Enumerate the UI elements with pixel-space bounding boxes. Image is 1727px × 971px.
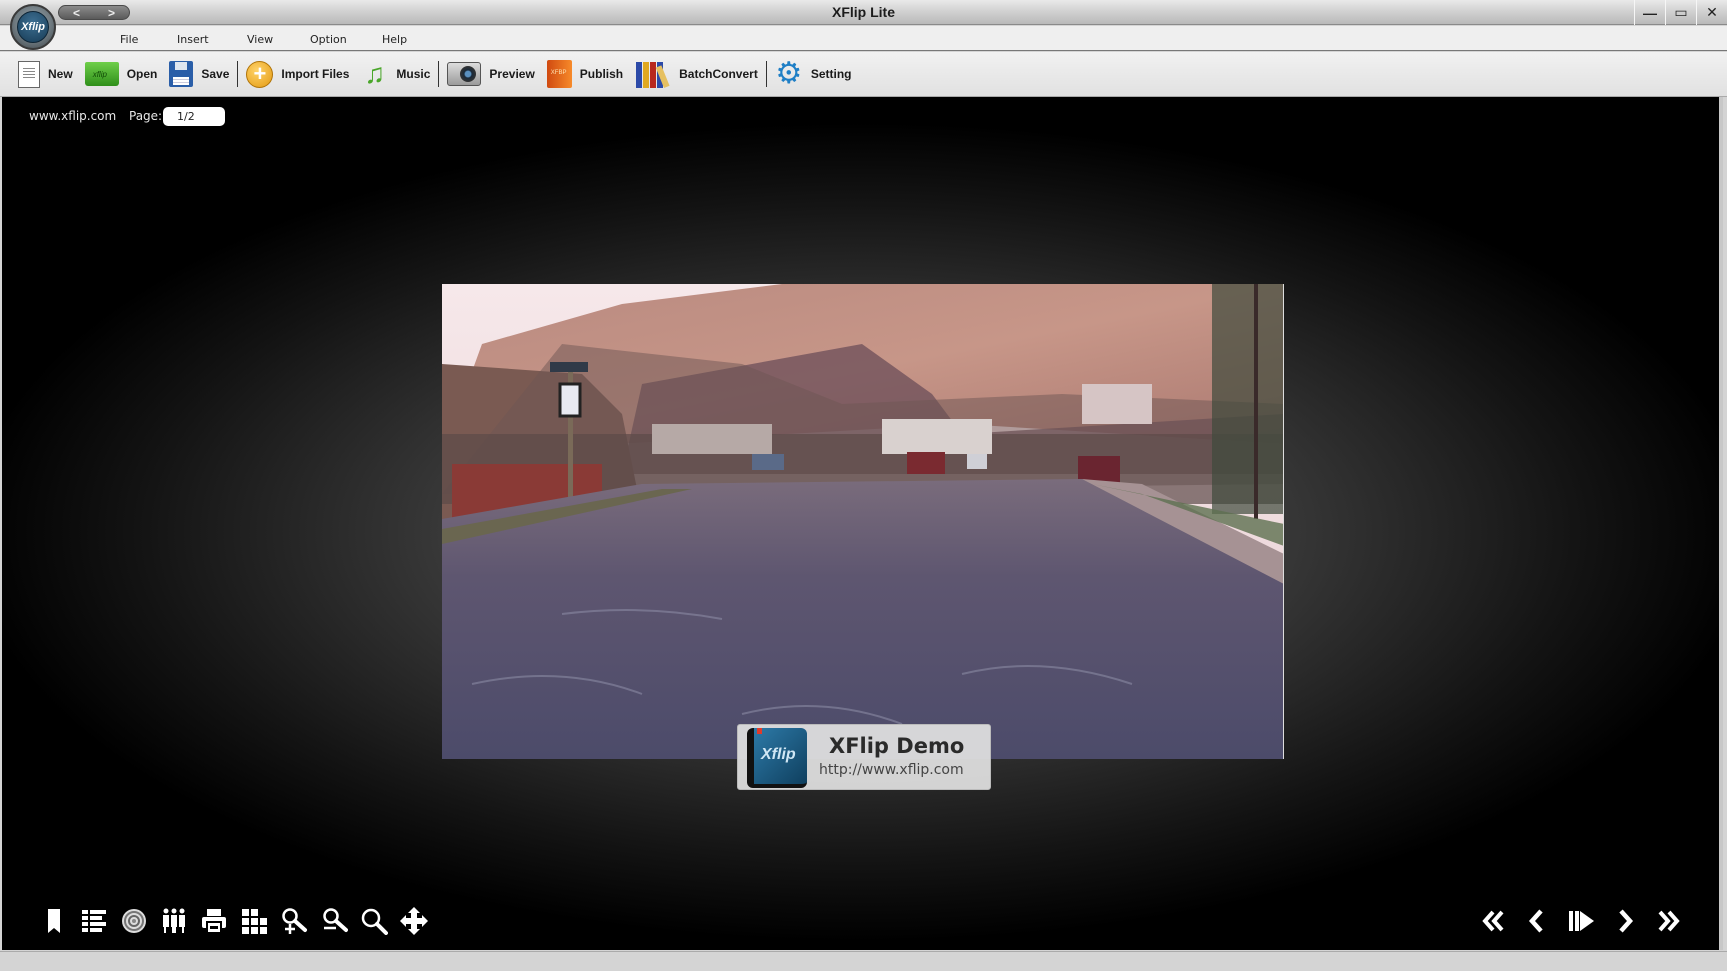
thumbnails-icon (242, 909, 267, 934)
import-files-button[interactable]: + Import Files (246, 56, 349, 92)
page-photo[interactable] (442, 284, 1284, 759)
maximize-button[interactable]: ▭ (1665, 0, 1696, 25)
plus-circle-icon: + (246, 60, 274, 88)
print-icon (202, 909, 226, 934)
table-of-contents-icon (82, 910, 106, 932)
new-button[interactable]: New (15, 56, 73, 92)
setting-label: Setting (810, 67, 852, 81)
publish-label: Publish (579, 67, 624, 81)
book-logo-text: Xflip (761, 746, 796, 763)
minimize-button[interactable]: — (1634, 0, 1665, 25)
zoom-in-button[interactable] (280, 907, 308, 935)
xflip-book-icon: Xflip (747, 728, 807, 788)
xflip-logo-icon: Xflip (17, 11, 49, 43)
xflip-window: < > XFlip Lite — ▭ ✕ Xflip File Insert V… (0, 0, 1727, 971)
open-button[interactable]: Open (84, 56, 158, 92)
save-button[interactable]: Save (169, 56, 229, 92)
flipbook-viewer: www.xflip.com Page: 1/2 Xflip XFlip Demo… (2, 97, 1723, 950)
share-button[interactable] (160, 907, 188, 935)
viewer-tools (40, 907, 428, 935)
menu-insert[interactable]: Insert (177, 33, 209, 46)
window-title: XFlip Lite (832, 4, 895, 20)
app-logo-button[interactable]: Xflip (10, 4, 56, 50)
zoom-out-button[interactable] (320, 907, 348, 935)
books-icon (635, 60, 671, 88)
next-page-icon (1619, 909, 1634, 933)
previous-page-button[interactable] (1523, 907, 1551, 935)
zoom-out-icon (323, 908, 348, 932)
camera-icon (447, 62, 482, 86)
music-label: Music (396, 67, 431, 81)
toolbar-separator (765, 61, 767, 87)
title-bar: < > XFlip Lite — ▭ ✕ (0, 0, 1727, 25)
music-button[interactable]: ♫ Music (361, 56, 430, 92)
toolbar-separator (237, 61, 239, 87)
sound-icon (122, 909, 146, 933)
batch-convert-button[interactable]: BatchConvert (635, 56, 758, 92)
toolbar-separator (438, 61, 440, 87)
zoom-in-icon (282, 908, 307, 934)
menu-file[interactable]: File (120, 33, 138, 46)
table-of-contents-button[interactable] (80, 907, 108, 935)
search-icon (361, 908, 388, 935)
next-page-button[interactable] (1611, 907, 1639, 935)
setting-button[interactable]: ⚙ Setting (775, 56, 852, 92)
first-page-icon (1482, 910, 1504, 932)
autoplay-button[interactable] (1567, 907, 1595, 935)
print-button[interactable] (200, 907, 228, 935)
publish-button[interactable]: Publish (546, 56, 624, 92)
preview-label: Preview (489, 67, 535, 81)
new-document-icon (18, 60, 40, 88)
badge-url[interactable]: http://www.xflip.com (819, 762, 964, 778)
gear-icon: ⚙ (775, 57, 803, 90)
bookmark-button[interactable] (40, 907, 68, 935)
preview-button[interactable]: Preview (447, 56, 535, 92)
batch-convert-label: BatchConvert (679, 67, 758, 81)
last-page-icon (1658, 910, 1680, 932)
previous-page-icon (1528, 909, 1543, 933)
share-icon (163, 908, 185, 933)
open-folder-icon (84, 62, 119, 86)
save-label: Save (201, 67, 230, 81)
book-icon (546, 60, 572, 88)
page-navigation (1479, 907, 1683, 935)
bookmark-icon (48, 909, 60, 933)
page-number-input[interactable] (163, 107, 225, 126)
first-page-button[interactable] (1479, 907, 1507, 935)
page-label: Page: (129, 109, 163, 123)
music-note-icon: ♫ (364, 58, 386, 89)
last-page-button[interactable] (1655, 907, 1683, 935)
menu-view[interactable]: View (247, 33, 273, 46)
site-link[interactable]: www.xflip.com (29, 109, 116, 123)
menu-option[interactable]: Option (310, 33, 347, 46)
menu-help[interactable]: Help (382, 33, 407, 46)
move-icon (400, 907, 428, 935)
sound-button[interactable] (120, 907, 148, 935)
new-label: New (48, 67, 73, 81)
autoplay-icon (1569, 911, 1594, 931)
badge-title: XFlip Demo (829, 734, 965, 758)
xflip-demo-badge[interactable]: Xflip XFlip Demo http://www.xflip.com (737, 724, 991, 790)
open-label: Open (126, 67, 158, 81)
menu-bar: File Insert View Option Help (0, 26, 1727, 51)
street-photo-image (442, 284, 1283, 759)
search-button[interactable] (360, 907, 388, 935)
floppy-disk-icon (169, 61, 194, 87)
toolbar: New Open Save + Import Files ♫ Music Pre… (0, 52, 1727, 97)
move-button[interactable] (400, 907, 428, 935)
thumbnails-button[interactable] (240, 907, 268, 935)
window-controls: — ▭ ✕ (1634, 0, 1727, 25)
close-button[interactable]: ✕ (1696, 0, 1727, 25)
import-files-label: Import Files (281, 67, 350, 81)
status-bar (0, 951, 1727, 971)
